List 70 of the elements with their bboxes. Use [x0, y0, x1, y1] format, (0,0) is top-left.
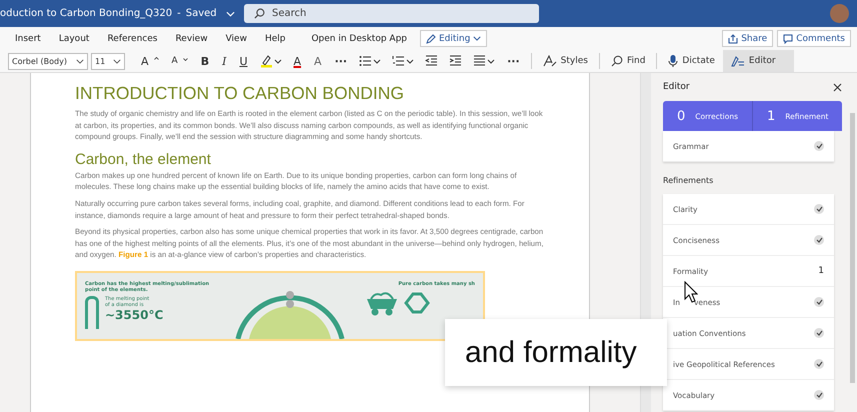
find-button[interactable]: Find	[606, 55, 650, 67]
caption-overlay: and formality	[445, 319, 667, 386]
chevron-icon[interactable]	[226, 10, 235, 16]
grow-font-button[interactable]: A	[136, 54, 164, 68]
melting-point-value: ~3550°C	[105, 308, 164, 322]
graphite-icon	[403, 290, 431, 315]
search-icon	[610, 55, 623, 67]
comment-icon	[783, 34, 794, 44]
numbered-list-icon[interactable]	[392, 55, 414, 67]
shrink-font-button[interactable]: A	[166, 56, 193, 66]
increase-indent-icon[interactable]	[449, 55, 462, 67]
chevron-icon	[473, 36, 482, 41]
chevron-icon	[113, 58, 121, 64]
search-field[interactable]: Search	[244, 4, 539, 23]
clear-formatting-button[interactable]: A	[309, 54, 327, 68]
decrease-indent-icon[interactable]	[425, 55, 438, 67]
menu-tab[interactable]: References	[98, 34, 166, 44]
share-icon	[728, 34, 738, 44]
issue-count: 1	[818, 266, 824, 276]
close-icon[interactable]	[833, 82, 842, 92]
font-size-dropdown[interactable]: 11	[91, 52, 125, 70]
menu-tab[interactable]: Review	[166, 34, 217, 44]
check-icon	[814, 359, 824, 369]
font-name-dropdown[interactable]: Corbel (Body)	[8, 52, 88, 70]
styles-icon	[542, 55, 557, 67]
microphone-icon	[668, 54, 678, 68]
thermometer-icon	[85, 296, 99, 329]
menu-tab[interactable]: Insert	[6, 34, 50, 44]
menu-tab[interactable]: Help	[256, 34, 294, 44]
check-icon	[814, 141, 824, 151]
check-icon	[814, 328, 824, 338]
comments-button[interactable]: Comments	[777, 30, 851, 47]
check-icon	[814, 297, 824, 307]
coal-cart-icon	[365, 290, 399, 317]
more-options-button[interactable]: ···	[330, 54, 352, 68]
menu-tab[interactable]: View	[216, 34, 256, 44]
pane-title: Editor	[663, 82, 690, 92]
section-heading: Carbon, the element	[75, 150, 212, 168]
dictate-button[interactable]: Dictate	[663, 54, 720, 68]
document-title[interactable]: oduction to Carbon Bonding_Q320	[0, 8, 172, 19]
bullet-list-icon[interactable]	[359, 55, 382, 67]
italic-button[interactable]: I	[217, 54, 232, 68]
share-button[interactable]: Share	[722, 30, 774, 47]
bold-button[interactable]: B	[196, 54, 214, 68]
chevron-icon	[76, 58, 84, 64]
font-color-button[interactable]: A	[288, 54, 306, 68]
caret-up-icon	[154, 56, 159, 60]
corrections-count: 0	[677, 108, 686, 124]
align-icon[interactable]	[473, 55, 496, 67]
pencil-icon	[426, 34, 436, 44]
section-label: Refinements	[663, 176, 714, 185]
menu-tab[interactable]: Layout	[50, 34, 98, 44]
check-icon	[814, 390, 824, 400]
refinement-count: 1	[767, 108, 776, 124]
scrollbar[interactable]	[850, 113, 855, 383]
more-options-button[interactable]: ···	[502, 54, 525, 68]
editing-mode-button[interactable]: Editing	[420, 30, 488, 47]
menu-tab[interactable]: Open in Desktop App	[302, 34, 416, 44]
check-icon	[814, 204, 824, 214]
check-icon	[814, 235, 824, 245]
editor-button[interactable]: Editor	[722, 50, 794, 72]
title-separator: -	[177, 8, 181, 19]
save-status: Saved	[186, 8, 217, 19]
search-icon	[254, 8, 265, 19]
styles-button[interactable]: Styles	[538, 55, 593, 67]
underline-button[interactable]: U	[234, 54, 253, 68]
highlighter-icon[interactable]	[260, 54, 282, 68]
pen-icon	[730, 55, 745, 67]
document-title-heading: INTRODUCTION TO CARBON BONDING	[75, 83, 405, 104]
caret-down-icon	[182, 58, 188, 61]
